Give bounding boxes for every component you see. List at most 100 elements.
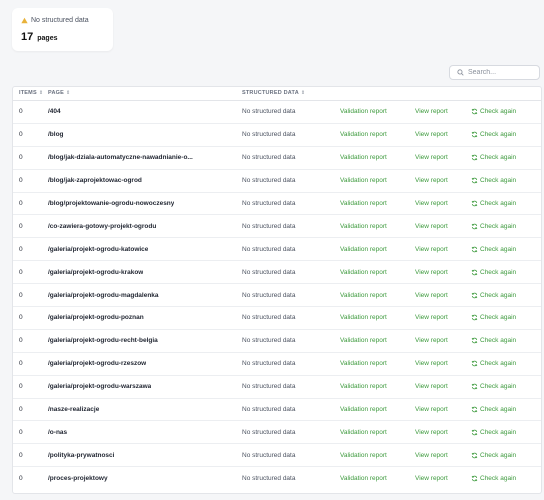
view-report-link[interactable]: View report [415,193,448,215]
structured-data-status: No structured data [242,268,296,276]
page-path: /404 [48,108,61,116]
validation-report-link[interactable]: Validation report [340,101,387,123]
page-path: /galeria/projekt-ogrodu-warszawa [48,383,152,391]
validation-report-link[interactable]: Validation report [340,238,387,260]
view-report-link[interactable]: View report [415,307,448,329]
check-again-button[interactable]: Check again [471,284,516,306]
check-again-button[interactable]: Check again [471,101,516,123]
items-count: 0 [19,360,23,368]
check-again-label: Check again [480,314,517,322]
view-report-link[interactable]: View report [415,147,448,169]
check-again-button[interactable]: Check again [471,307,516,329]
table-row: 0 /blog/projektowanie-ogrodu-nowoczesny … [13,193,541,216]
validation-report-link[interactable]: Validation report [340,124,387,146]
check-again-button[interactable]: Check again [471,399,516,421]
validation-report-link[interactable]: Validation report [340,147,387,169]
check-again-button[interactable]: Check again [471,124,516,146]
structured-data-status: No structured data [242,314,296,322]
validation-report-link[interactable]: Validation report [340,353,387,375]
refresh-icon [471,109,478,115]
validation-report-link[interactable]: Validation report [340,170,387,192]
check-again-button[interactable]: Check again [471,193,516,215]
structured-data-status: No structured data [242,245,296,253]
check-again-button[interactable]: Check again [471,170,516,192]
table-row: 0 /polityka-prywatnosci No structured da… [13,444,541,468]
validation-report-link[interactable]: Validation report [340,376,387,398]
check-again-button[interactable]: Check again [471,353,516,375]
check-again-button[interactable]: Check again [471,261,516,283]
column-header-items[interactable]: ITEMS ⇕ [19,90,43,96]
check-again-button[interactable]: Check again [471,376,516,398]
refresh-icon [471,269,478,275]
refresh-icon [471,200,478,207]
table-body: 0 /404 No structured data Validation rep… [13,101,541,490]
structured-data-status: No structured data [242,360,296,368]
table-row: 0 /404 No structured data Validation rep… [13,101,541,124]
structured-data-status: No structured data [242,451,296,459]
view-report-link[interactable]: View report [415,376,448,398]
view-report-link[interactable]: View report [415,284,448,306]
view-report-link[interactable]: View report [415,467,448,490]
pages-table: ITEMS ⇕ PAGE ⇕ STRUCTURED DATA ⇕ 0 /404 … [12,86,542,494]
items-count: 0 [19,337,23,345]
view-report-link[interactable]: View report [415,421,448,443]
structured-data-status: No structured data [242,383,296,391]
view-report-link[interactable]: View report [415,261,448,283]
page-path: /galeria/projekt-ogrodu-krakow [48,268,144,276]
check-again-button[interactable]: Check again [471,238,516,260]
check-again-button[interactable]: Check again [471,444,516,466]
table-row: 0 /galeria/projekt-ogrodu-poznan No stru… [13,307,541,330]
search-box[interactable] [449,65,540,80]
table-row: 0 /galeria/projekt-ogrodu-katowice No st… [13,238,541,262]
check-again-button[interactable]: Check again [471,467,516,490]
view-report-link[interactable]: View report [415,101,448,123]
table-row: 0 /blog/jak-zaprojektowac-ogrod No struc… [13,170,541,193]
validation-report-link[interactable]: Validation report [340,261,387,283]
refresh-icon [471,429,478,436]
check-again-button[interactable]: Check again [471,147,516,169]
check-again-label: Check again [480,154,517,162]
validation-report-link[interactable]: Validation report [340,444,387,466]
check-again-label: Check again [480,222,517,230]
validation-report-link[interactable]: Validation report [340,284,387,306]
search-input[interactable] [468,69,536,76]
items-count: 0 [19,428,23,436]
check-again-label: Check again [480,337,517,345]
check-again-label: Check again [480,383,517,391]
check-again-button[interactable]: Check again [471,421,516,443]
column-header-structured-data[interactable]: STRUCTURED DATA ⇕ [242,90,305,96]
view-report-link[interactable]: View report [415,124,448,146]
page-path: /galeria/projekt-ogrodu-rzeszow [48,360,147,368]
structured-data-status: No structured data [242,291,296,299]
validation-report-link[interactable]: Validation report [340,193,387,215]
validation-report-link[interactable]: Validation report [340,307,387,329]
validation-report-link[interactable]: Validation report [340,399,387,421]
page-path: /galeria/projekt-ogrodu-poznan [48,314,144,322]
column-header-page[interactable]: PAGE ⇕ [48,90,70,96]
view-report-link[interactable]: View report [415,444,448,466]
view-report-link[interactable]: View report [415,330,448,352]
refresh-icon [471,360,478,367]
view-report-link[interactable]: View report [415,353,448,375]
view-report-link[interactable]: View report [415,170,448,192]
items-count: 0 [19,222,23,230]
page-path: /proces-projektowy [48,475,108,483]
view-report-link[interactable]: View report [415,399,448,421]
items-count: 0 [19,200,23,207]
table-row: 0 /nasze-realizacje No structured data V… [13,399,541,422]
check-again-button[interactable]: Check again [471,215,516,237]
column-header-items-label: ITEMS [19,90,37,96]
validation-report-link[interactable]: Validation report [340,330,387,352]
table-row: 0 /blog No structured data Validation re… [13,124,541,147]
page-path: /blog/jak-dziala-automatyczne-nawadniani… [48,154,193,162]
check-again-button[interactable]: Check again [471,330,516,352]
validation-report-link[interactable]: Validation report [340,467,387,490]
table-header: ITEMS ⇕ PAGE ⇕ STRUCTURED DATA ⇕ [13,87,541,101]
check-again-label: Check again [480,291,517,299]
table-row: 0 /galeria/projekt-ogrodu-warszawa No st… [13,376,541,399]
validation-report-link[interactable]: Validation report [340,421,387,443]
view-report-link[interactable]: View report [415,215,448,237]
validation-report-link[interactable]: Validation report [340,215,387,237]
page-path: /blog [48,131,64,139]
view-report-link[interactable]: View report [415,238,448,260]
